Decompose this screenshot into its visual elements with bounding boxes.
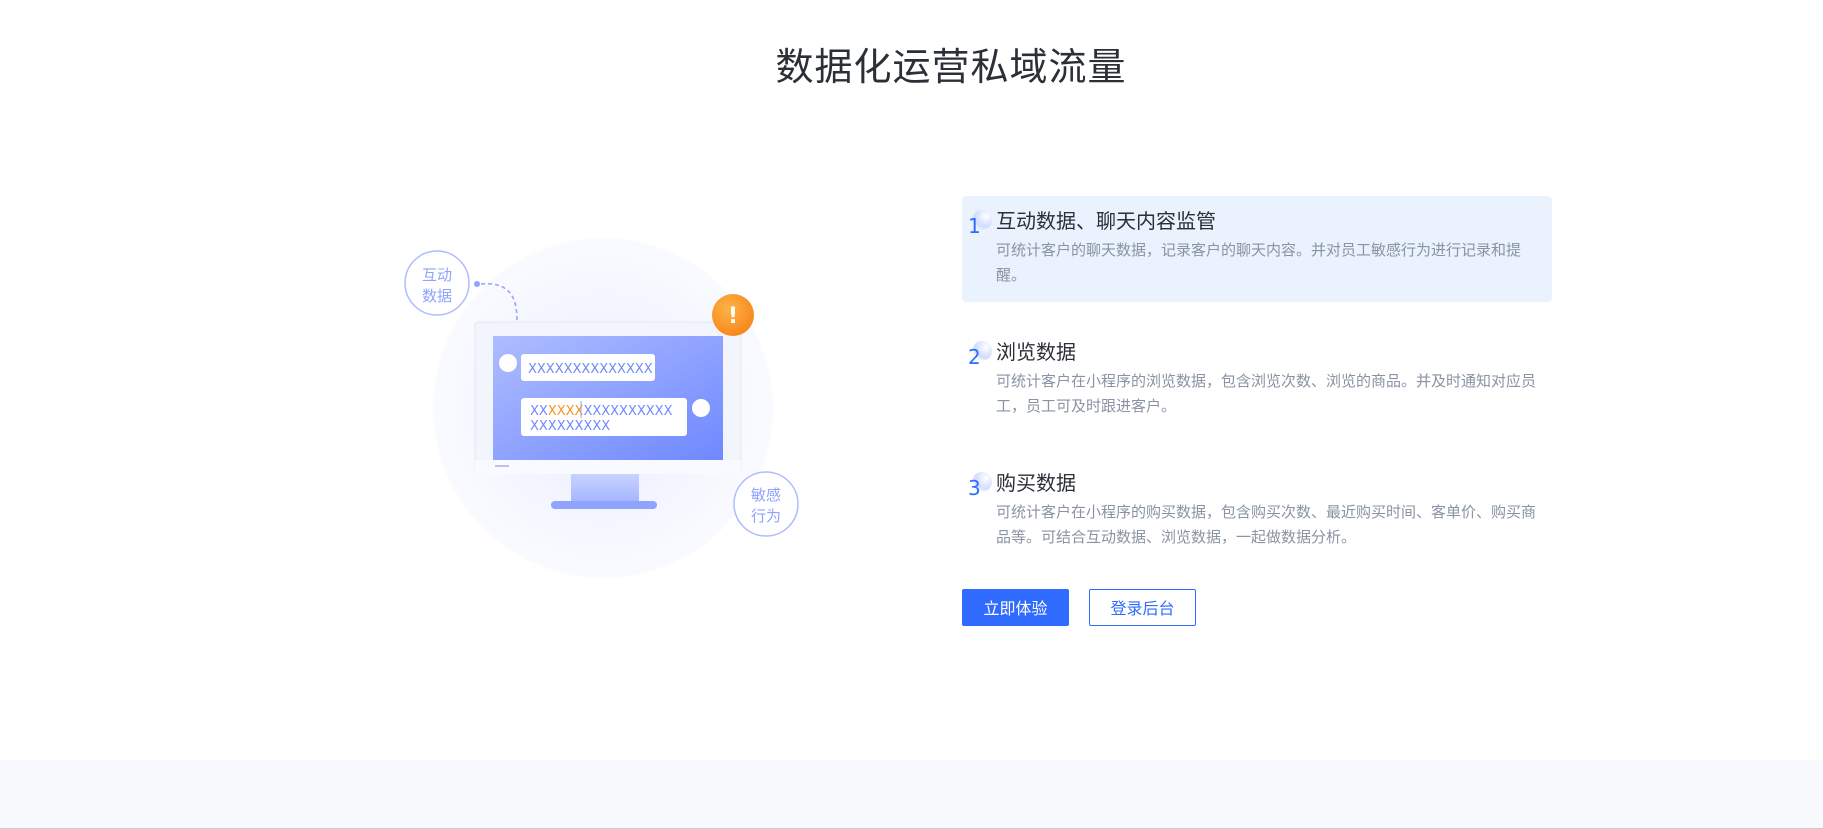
feature-desc: 可统计客户的聊天数据，记录客户的聊天内容。并对员工敏感行为进行记录和提醒。 bbox=[996, 241, 1522, 284]
svg-text:行为: 行为 bbox=[751, 507, 781, 525]
sensitive-behavior-bubble bbox=[733, 471, 799, 537]
monitor-base bbox=[551, 501, 657, 509]
monitor-illustration: XXXXXXXXXXXXXX XXXXXXXXXXXXXXXX XXXXXXXX… bbox=[395, 236, 815, 596]
feature-desc: 可统计客户在小程序的浏览数据，包含浏览次数、浏览的商品。并及时通知对应员工，员工… bbox=[996, 372, 1537, 415]
footer-band bbox=[0, 760, 1823, 829]
chat-line-1: XXXXXXXXXXXXXX bbox=[528, 362, 653, 377]
feature-number: 1 bbox=[968, 210, 992, 238]
svg-text:XXXXXXXXXXXXXXXX: XXXXXXXXXXXXXXXX bbox=[530, 404, 673, 419]
svg-text:!: ! bbox=[728, 304, 738, 329]
feature-title: 互动数据、聊天内容监管 bbox=[996, 209, 1216, 233]
action-buttons: 立即体验 登录后台 bbox=[962, 589, 1196, 626]
page: 数据化运营私域流量 XXXXXXXXXXXXXX XXXXXXXXXXXXXXX… bbox=[0, 0, 1823, 829]
feature-number: 2 bbox=[968, 341, 992, 369]
feature-desc: 可统计客户在小程序的购买数据，包含购买次数、最近购买时间、客单价、购买商品等。可… bbox=[996, 503, 1537, 546]
feature-number: 3 bbox=[968, 472, 992, 500]
feature-item-purchase[interactable]: 3 购买数据 可统计客户在小程序的购买数据，包含购买次数、最近购买时间、客单价、… bbox=[962, 458, 1552, 564]
monitor-stand bbox=[571, 474, 639, 502]
feature-title: 浏览数据 bbox=[996, 340, 1076, 364]
svg-text:数据: 数据 bbox=[422, 287, 452, 305]
feature-title: 购买数据 bbox=[996, 471, 1076, 495]
page-title: 数据化运营私域流量 bbox=[775, 45, 1127, 89]
chat-line-3: XXXXXXXXX bbox=[530, 419, 610, 434]
svg-text:敏感: 敏感 bbox=[751, 486, 781, 504]
login-backend-button[interactable]: 登录后台 bbox=[1089, 589, 1196, 626]
feature-list: 1 互动数据、聊天内容监管 可统计客户的聊天数据，记录客户的聊天内容。并对员工敏… bbox=[962, 196, 1552, 589]
try-now-button[interactable]: 立即体验 bbox=[962, 589, 1069, 626]
feature-item-interaction[interactable]: 1 互动数据、聊天内容监管 可统计客户的聊天数据，记录客户的聊天内容。并对员工敏… bbox=[962, 196, 1552, 302]
svg-text:互动: 互动 bbox=[422, 266, 452, 284]
feature-item-browsing[interactable]: 2 浏览数据 可统计客户在小程序的浏览数据，包含浏览次数、浏览的商品。并及时通知… bbox=[962, 327, 1552, 433]
